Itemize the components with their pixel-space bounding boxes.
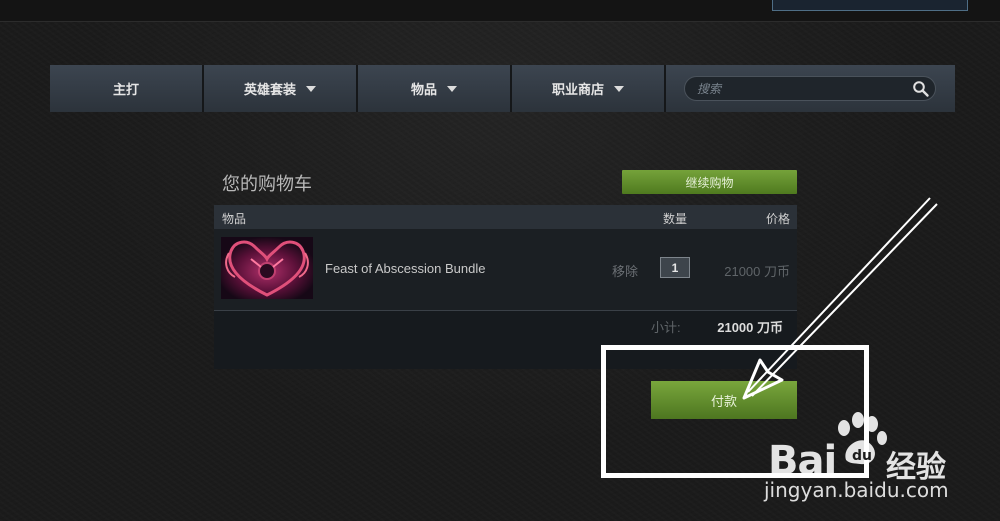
search-area bbox=[666, 65, 955, 112]
item-price: 21000 刀币 bbox=[724, 264, 790, 279]
search-input[interactable] bbox=[697, 80, 897, 97]
remove-link[interactable]: 移除 bbox=[612, 261, 638, 280]
column-header-item: 物品 bbox=[222, 212, 247, 226]
item-name[interactable]: Feast of Abscession Bundle bbox=[325, 261, 485, 276]
search-box bbox=[684, 76, 936, 101]
chevron-down-icon bbox=[614, 85, 624, 92]
watermark-url: jingyan.baidu.com bbox=[764, 478, 949, 502]
subtotal-value: 21000 刀币 bbox=[717, 320, 783, 335]
highlight-box bbox=[601, 345, 869, 478]
column-header-price: 价格 bbox=[765, 212, 790, 226]
column-header-quantity: 数量 bbox=[663, 212, 688, 226]
top-bar bbox=[0, 0, 1000, 22]
nav-item-hero-bundles[interactable]: 英雄套装 bbox=[204, 65, 358, 112]
watermark-suffix: 经验 bbox=[886, 450, 946, 485]
nav-item-label: 职业商店 bbox=[551, 82, 604, 97]
nav-item-featured[interactable]: 主打 bbox=[50, 65, 204, 112]
subtotal-label: 小计: bbox=[651, 320, 681, 335]
item-thumbnail bbox=[221, 237, 313, 299]
page-title: 您的购物车 bbox=[222, 174, 312, 195]
store-nav: 主打 英雄套装 物品 职业商店 bbox=[50, 65, 955, 112]
nav-item-pro-shop[interactable]: 职业商店 bbox=[512, 65, 666, 112]
account-menu[interactable] bbox=[772, 0, 968, 11]
nav-item-label: 主打 bbox=[112, 82, 139, 97]
chevron-down-icon bbox=[447, 85, 457, 92]
table-row: Feast of Abscession Bundle 移除 1 21000 刀币 bbox=[214, 229, 797, 311]
search-icon[interactable] bbox=[912, 80, 930, 98]
chevron-down-icon bbox=[306, 85, 316, 92]
quantity-field[interactable]: 1 bbox=[660, 257, 690, 278]
continue-shopping-button[interactable]: 继续购物 bbox=[622, 170, 797, 194]
cart-table-header: 物品 数量 价格 bbox=[214, 205, 797, 229]
nav-item-label: 物品 bbox=[410, 82, 437, 97]
nav-item-items[interactable]: 物品 bbox=[358, 65, 512, 112]
nav-item-label: 英雄套装 bbox=[243, 82, 296, 97]
